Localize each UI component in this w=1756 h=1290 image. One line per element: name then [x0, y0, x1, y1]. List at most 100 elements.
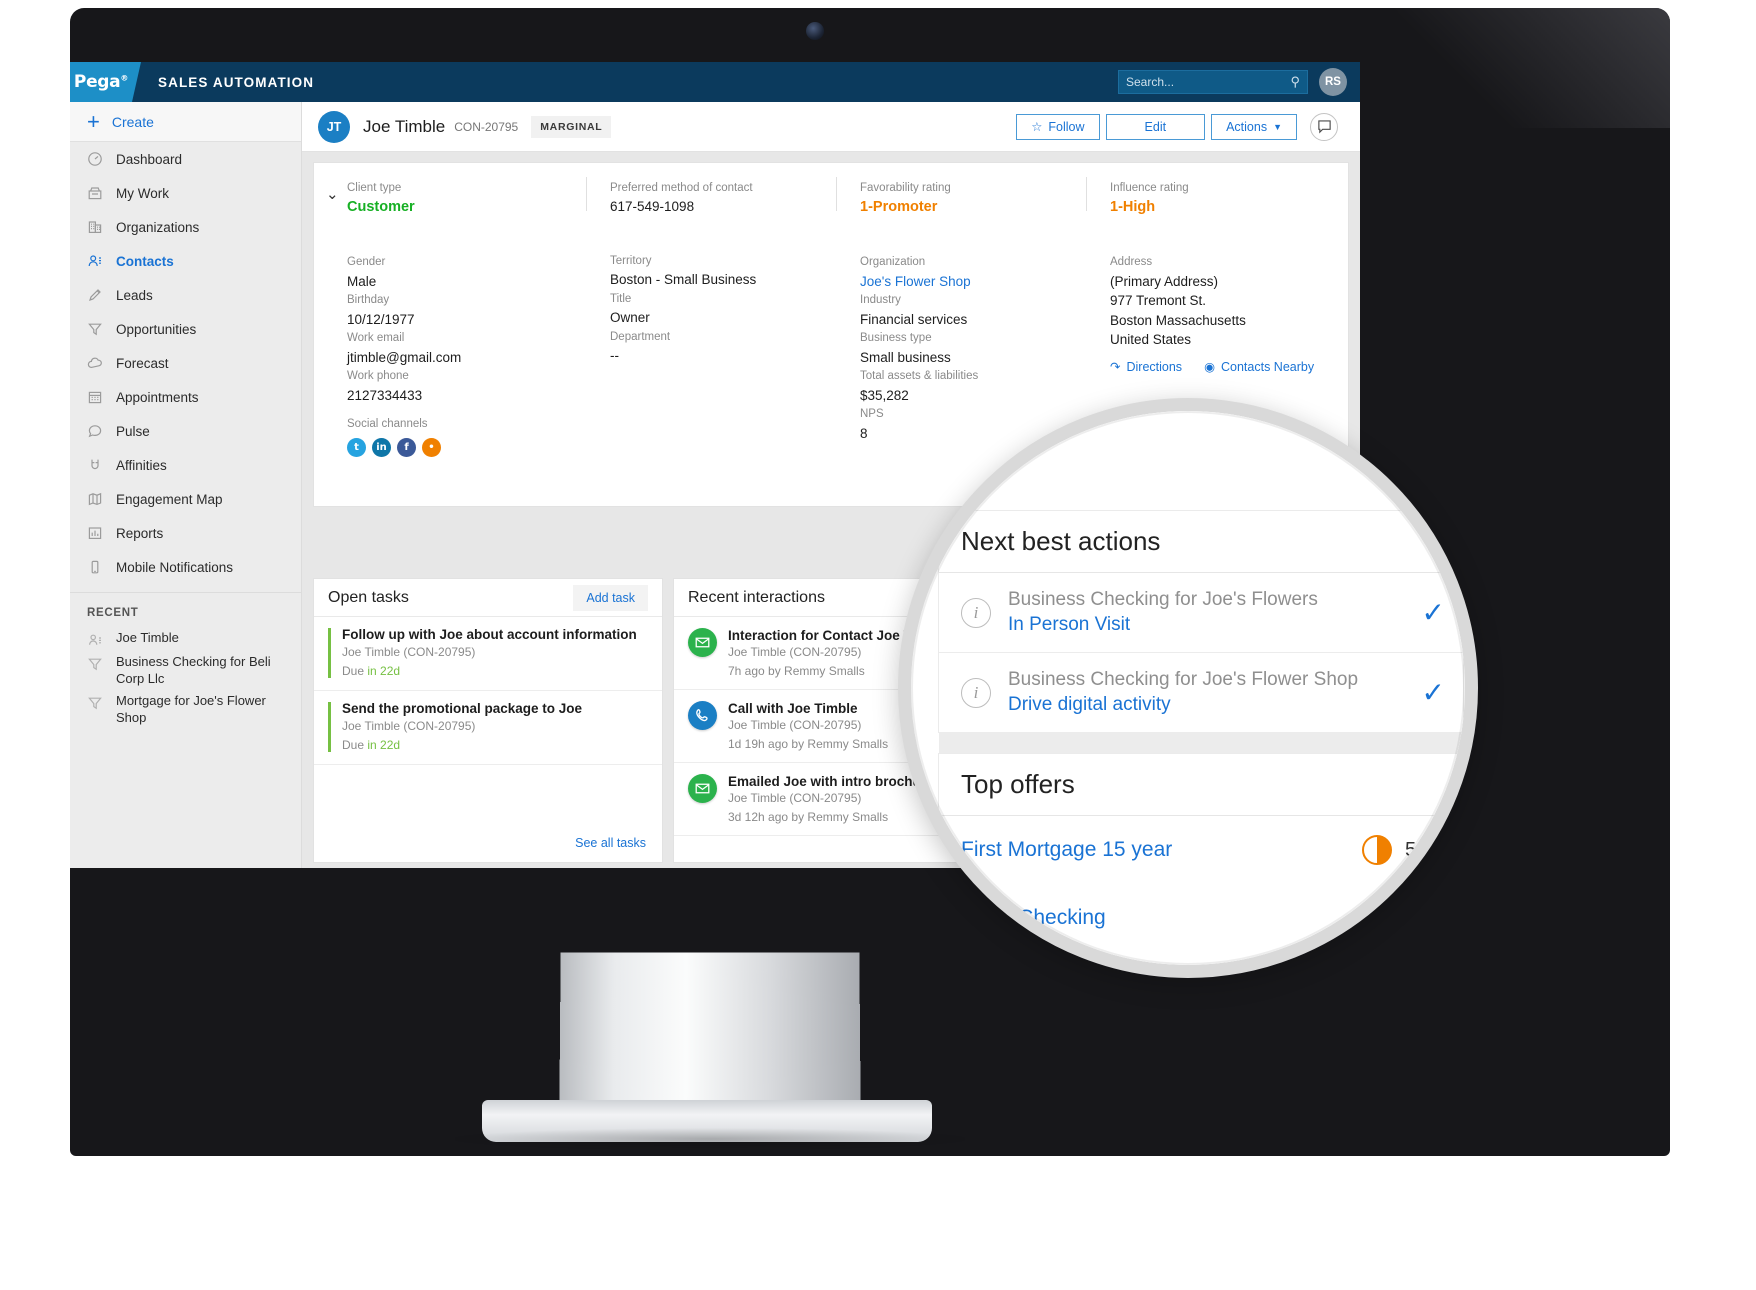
sidebar-item-label: Leads — [116, 287, 153, 303]
appointments-icon — [87, 389, 103, 405]
pega-logo[interactable]: Pega® — [70, 62, 141, 102]
recent-item[interactable]: Business Checking for Beli Corp Llc — [70, 651, 301, 690]
plus-icon: + — [87, 108, 100, 134]
check-icon[interactable]: ✓ — [1422, 598, 1445, 627]
recent-item[interactable]: Mortgage for Joe's Flower Shop — [70, 690, 301, 729]
sidebar-nav: Dashboard My Work Organizations Contacts Lea… — [70, 142, 301, 584]
sidebar-item-appointments[interactable]: Appointments — [70, 380, 301, 414]
address-line: United States — [1110, 332, 1192, 348]
search-box[interactable]: ⚲ — [1118, 70, 1308, 94]
see-all-tasks-link[interactable]: See all tasks — [575, 836, 646, 850]
sidebar-item-label: Contacts — [116, 253, 174, 269]
monitor-shadow — [455, 1128, 965, 1150]
edit-button[interactable]: Edit — [1105, 113, 1206, 140]
twitter-icon[interactable]: t — [347, 437, 366, 457]
offer-name[interactable]: Basic Checking — [961, 906, 1106, 930]
task-due-prefix: Due — [342, 664, 368, 678]
mobile-notifications-icon — [87, 559, 103, 575]
search-icon[interactable]: ⚲ — [1290, 74, 1300, 90]
field-gender: Gender Male — [347, 253, 586, 291]
social-channels: t in f • — [347, 437, 586, 457]
directions-icon: ↷ — [1110, 360, 1121, 375]
field-organization: Organization Joe's Flower Shop — [860, 253, 1086, 291]
info-icon[interactable]: i — [961, 597, 991, 628]
field-value[interactable]: Joe's Flower Shop — [860, 272, 1086, 292]
offer-name[interactable]: First Mortgage 15 year — [961, 838, 1172, 862]
task-row[interactable]: Follow up with Joe about account informa… — [314, 617, 662, 691]
status-badge: MARGINAL — [531, 115, 612, 138]
sidebar-item-reports[interactable]: Reports — [70, 516, 301, 550]
next-best-actions-title: Next best actions — [961, 526, 1161, 556]
actions-button[interactable]: Actions ▼ — [1211, 113, 1297, 140]
sidebar-item-contacts[interactable]: Contacts — [70, 244, 301, 278]
sidebar-item-mobile-notifications[interactable]: Mobile Notifications — [70, 550, 301, 584]
info-icon[interactable]: i — [961, 677, 991, 708]
next-best-action-row[interactable]: i Business Checking for Joe's Flowers In P… — [939, 573, 1463, 652]
dashboard-icon — [87, 151, 103, 167]
sidebar-item-leads[interactable]: Leads — [70, 278, 301, 312]
linkedin-icon[interactable]: in — [372, 437, 391, 457]
directions-link[interactable]: ↷ Directions — [1110, 359, 1182, 375]
offer-row[interactable]: Basic Checking 50% — [939, 884, 1463, 952]
field-work-phone: Work phone 2127334433 — [347, 367, 586, 405]
reports-icon — [87, 525, 103, 541]
field-label: Organization — [860, 256, 926, 269]
facebook-icon[interactable]: f — [397, 437, 416, 457]
top-offers-list: First Mortgage 15 year 50% Basic Checking 5… — [939, 816, 1463, 965]
recent-item[interactable]: Joe Timble — [70, 627, 301, 651]
actions-label: Actions — [1226, 119, 1268, 134]
search-input[interactable] — [1126, 75, 1291, 89]
sidebar-item-organizations[interactable]: Organizations — [70, 210, 301, 244]
top-bar-right: ⚲ RS — [1118, 68, 1360, 96]
offer-row[interactable]: First Mortgage 15 year 50% — [939, 816, 1463, 884]
sidebar-item-label: Engagement Map — [116, 491, 223, 507]
address-line: Boston Massachusetts — [1110, 312, 1246, 328]
sidebar-item-affinities[interactable]: Affinities — [70, 448, 301, 482]
social-channels-label: Social channels — [347, 418, 428, 431]
recent-interactions-title: Recent interactions — [688, 588, 825, 606]
sidebar-item-label: Reports — [116, 525, 164, 541]
follow-button[interactable]: ☆ Follow — [1016, 113, 1100, 140]
client-type-label: Client type — [347, 182, 402, 194]
sidebar-item-forecast[interactable]: Forecast — [70, 346, 301, 380]
create-button[interactable]: + Create — [70, 102, 301, 142]
task-row[interactable]: Send the promotional package to Joe Joe T… — [314, 691, 662, 765]
sidebar-item-label: Organizations — [116, 219, 200, 235]
field-work-email: Work email jtimble@gmail.com — [347, 329, 586, 367]
recent-item-label: Mortgage for Joe's Flower Shop — [116, 693, 266, 725]
next-best-action-row[interactable]: i Business Checking for Joe's Flower Shop… — [939, 652, 1463, 732]
influence-label: Influence rating — [1110, 182, 1189, 194]
contacts-nearby-link[interactable]: ◉ Contacts Nearby — [1204, 359, 1314, 375]
field-label: Territory — [610, 254, 652, 267]
add-task-button[interactable]: Add task — [573, 584, 648, 611]
task-title: Follow up with Joe about account informa… — [342, 627, 637, 642]
task-due: Due in 22d — [342, 738, 648, 752]
task-due: Due in 22d — [342, 664, 648, 678]
field-value: $35,282 — [860, 387, 909, 403]
contacts-icon — [87, 253, 103, 269]
sidebar-item-my-work[interactable]: My Work — [70, 176, 301, 210]
field-value: Small business — [860, 349, 951, 365]
chevron-down-icon[interactable]: ⌄ — [326, 185, 339, 203]
favorability-label: Favorability rating — [860, 182, 951, 194]
sidebar-item-engagement-map[interactable]: Engagement Map — [70, 482, 301, 516]
magnified-content: Next best actions i Business Checking for… — [911, 411, 1465, 965]
field-department: Department -- — [610, 328, 836, 366]
next-best-action-link[interactable]: In Person Visit — [1008, 614, 1318, 636]
next-best-action-link[interactable]: Drive digital activity — [1008, 694, 1358, 716]
logo-text: Pega — [73, 72, 121, 92]
edit-label: Edit — [1144, 119, 1167, 134]
field-value: jtimble@gmail.com — [347, 349, 462, 365]
chat-icon[interactable] — [1310, 112, 1338, 141]
top-offers-header: Top offers — [939, 754, 1463, 816]
sidebar-item-opportunities[interactable]: Opportunities — [70, 312, 301, 346]
sidebar-item-dashboard[interactable]: Dashboard — [70, 142, 301, 176]
sidebar-item-pulse[interactable]: Pulse — [70, 414, 301, 448]
avatar[interactable]: RS — [1319, 68, 1347, 96]
task-contact: Joe Timble (CON-20795) — [342, 645, 476, 659]
app-top-bar: Pega® SALES AUTOMATION ⚲ RS — [70, 62, 1360, 102]
offer-metric: 50% — [1361, 903, 1445, 933]
top-offers-panel: Top offers First Mortgage 15 year 50% Basi… — [939, 754, 1463, 965]
location-icon[interactable]: • — [422, 437, 441, 457]
check-icon[interactable]: ✓ — [1422, 678, 1445, 707]
